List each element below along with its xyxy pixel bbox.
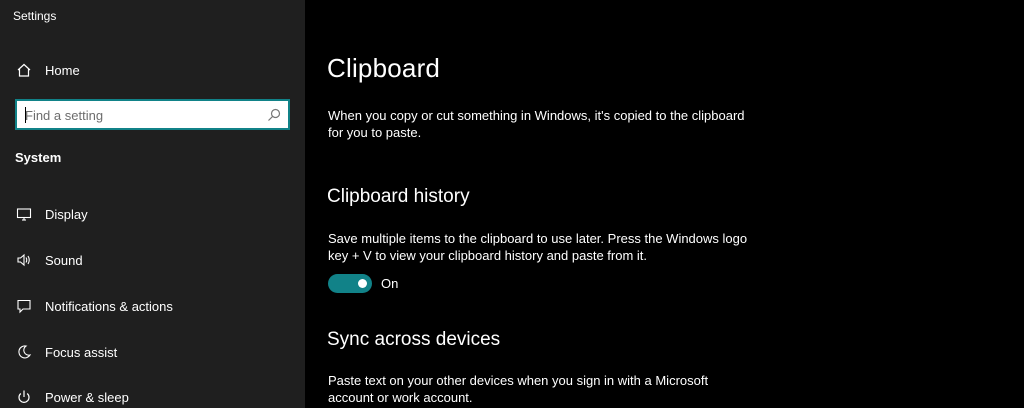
notification-icon bbox=[15, 297, 33, 315]
nav-home[interactable]: Home bbox=[0, 52, 305, 88]
clipboard-history-heading: Clipboard history bbox=[327, 186, 470, 207]
sidebar-item-label: Power & sleep bbox=[45, 389, 129, 405]
sidebar-item-label: Sound bbox=[45, 252, 83, 268]
sidebar-item-notifications[interactable]: Notifications & actions bbox=[0, 286, 305, 326]
sync-devices-heading: Sync across devices bbox=[327, 329, 501, 350]
sidebar: Settings Home System Display Sound Notif… bbox=[0, 0, 305, 408]
sync-devices-description: Paste text on your other devices when yo… bbox=[328, 373, 709, 405]
search-box[interactable] bbox=[15, 99, 290, 130]
sidebar-item-focus-assist[interactable]: Focus assist bbox=[0, 332, 305, 372]
app-title: Settings bbox=[13, 9, 57, 23]
text-caret bbox=[25, 107, 26, 123]
sidebar-item-sound[interactable]: Sound bbox=[0, 240, 305, 280]
clipboard-intro: When you copy or cut something in Window… bbox=[328, 108, 745, 140]
home-icon bbox=[15, 61, 33, 79]
sidebar-item-label: Focus assist bbox=[45, 344, 118, 360]
section-label-system: System bbox=[15, 150, 62, 165]
speaker-icon bbox=[15, 251, 33, 269]
moon-icon bbox=[15, 343, 33, 361]
search-icon[interactable] bbox=[266, 107, 282, 123]
clipboard-history-description: Save multiple items to the clipboard to … bbox=[328, 231, 748, 263]
sidebar-item-display[interactable]: Display bbox=[0, 194, 305, 234]
sidebar-item-label: Display bbox=[45, 206, 88, 222]
clipboard-history-toggle-label: On bbox=[381, 276, 399, 291]
page-title: Clipboard bbox=[327, 53, 441, 83]
main-content: Clipboard When you copy or cut something… bbox=[305, 0, 1024, 408]
power-icon bbox=[15, 388, 33, 406]
search-input[interactable] bbox=[25, 106, 260, 124]
clipboard-history-toggle[interactable] bbox=[328, 274, 372, 293]
toggle-knob bbox=[358, 279, 367, 288]
nav-home-label: Home bbox=[45, 62, 80, 78]
sidebar-item-power-sleep[interactable]: Power & sleep bbox=[0, 377, 305, 408]
display-icon bbox=[15, 205, 33, 223]
sidebar-item-label: Notifications & actions bbox=[45, 298, 173, 314]
